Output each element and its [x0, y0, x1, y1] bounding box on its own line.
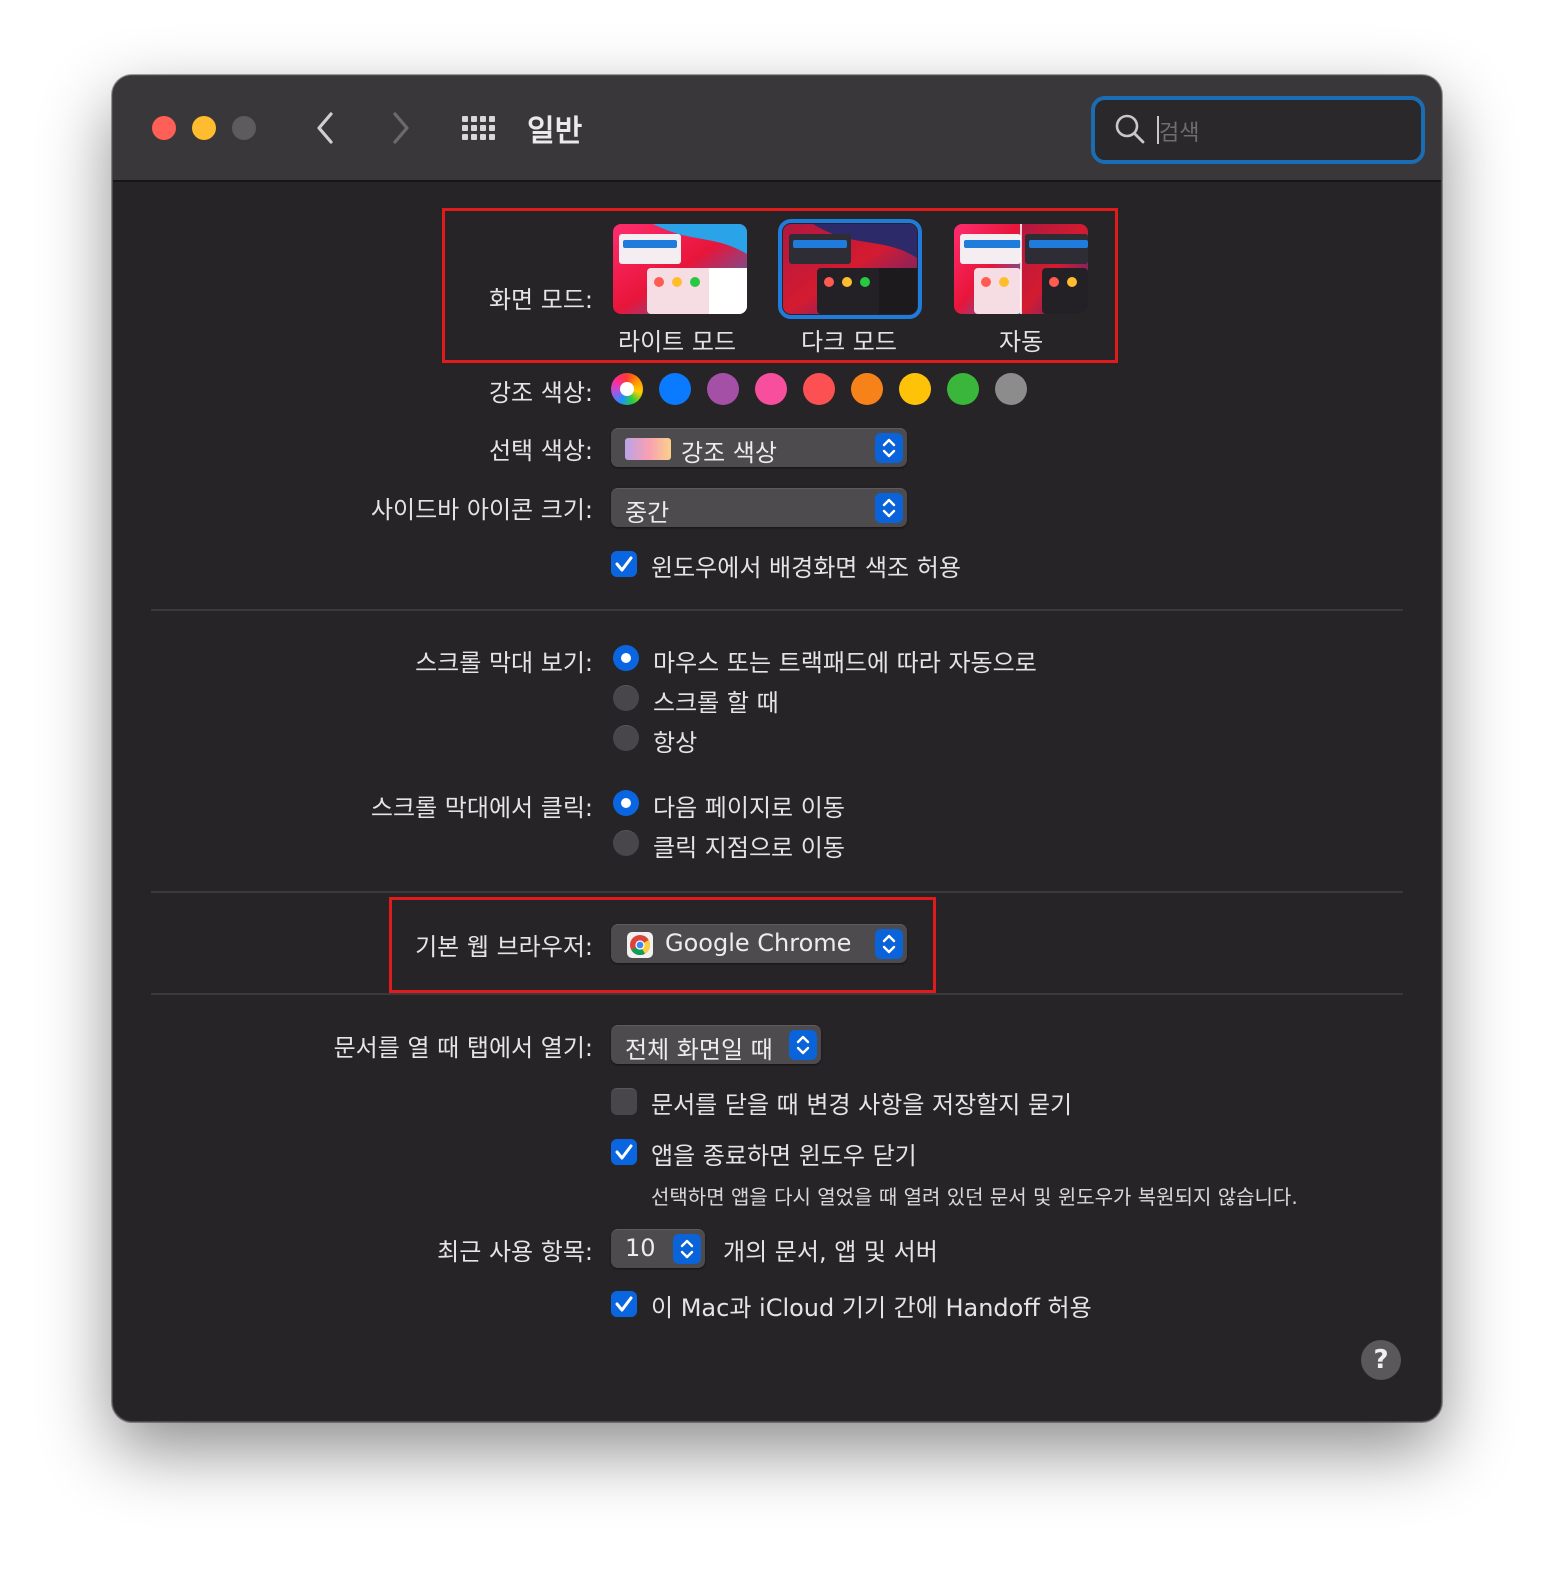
show-all-grid-icon[interactable]	[460, 114, 500, 144]
checkmark-icon	[615, 556, 633, 572]
ask-save-label: 문서를 닫을 때 변경 사항을 저장할지 묻기	[651, 1091, 1073, 1119]
scrollbars-auto-radio[interactable]	[613, 645, 639, 671]
sidebar-icon-size-popup[interactable]: 중간	[611, 488, 907, 527]
accent-graphite-swatch[interactable]	[995, 373, 1027, 405]
highlight-color-preview	[625, 438, 671, 460]
accent-color-label: 강조 색상:	[488, 379, 593, 407]
accent-green-swatch[interactable]	[947, 373, 979, 405]
highlight-color-popup[interactable]: 강조 색상	[611, 428, 907, 467]
handoff-label: 이 Mac과 iCloud 기기 간에 Handoff 허용	[651, 1294, 1092, 1322]
scroll-click-spot-radio[interactable]	[613, 830, 639, 856]
separator	[151, 609, 1403, 611]
prefer-tabs-value: 전체 화면일 때	[625, 1036, 773, 1064]
system-preferences-window: 일반 검색 화면 모드: 라이트 모드 다크 모드 자동 강조 색상: 선택 색…	[112, 75, 1442, 1422]
popup-stepper-icon	[875, 929, 903, 959]
popup-stepper-icon	[673, 1234, 701, 1264]
minimize-window-button[interactable]	[192, 116, 216, 140]
light-mode-thumbnail[interactable]	[613, 224, 747, 314]
close-window-button[interactable]	[152, 116, 176, 140]
close-windows-label: 앱을 종료하면 윈도우 닫기	[651, 1142, 917, 1170]
accent-red-swatch[interactable]	[803, 373, 835, 405]
recent-items-popup[interactable]: 10	[611, 1229, 705, 1268]
recent-items-suffix: 개의 문서, 앱 및 서버	[723, 1238, 938, 1266]
separator	[151, 891, 1403, 893]
close-windows-note: 선택하면 앱을 다시 열었을 때 열려 있던 문서 및 윈도우가 복원되지 않습…	[651, 1185, 1298, 1209]
ask-save-checkbox[interactable]	[611, 1088, 637, 1115]
recent-items-value: 10	[625, 1234, 656, 1262]
close-windows-checkbox[interactable]	[611, 1139, 637, 1165]
appearance-label: 화면 모드:	[488, 286, 593, 314]
show-scrollbars-label: 스크롤 막대 보기:	[415, 649, 593, 677]
dark-mode-label: 다크 모드	[801, 328, 897, 356]
popup-stepper-icon	[875, 433, 903, 463]
highlight-color-value: 강조 색상	[681, 439, 777, 467]
popup-stepper-icon	[789, 1030, 817, 1060]
dark-mode-thumbnail[interactable]	[778, 219, 922, 319]
default-browser-value: Google Chrome	[665, 929, 852, 957]
accent-purple-swatch[interactable]	[707, 373, 739, 405]
scroll-click-label: 스크롤 막대에서 클릭:	[370, 794, 593, 822]
sidebar-icon-size-label: 사이드바 아이콘 크기:	[370, 496, 593, 524]
default-browser-label: 기본 웹 브라우저:	[415, 933, 593, 961]
accent-blue-swatch[interactable]	[659, 373, 691, 405]
checkmark-icon	[615, 1296, 633, 1312]
accent-orange-swatch[interactable]	[851, 373, 883, 405]
highlight-color-label: 선택 색상:	[488, 437, 593, 465]
handoff-checkbox[interactable]	[611, 1291, 637, 1317]
auto-mode-thumbnail[interactable]	[954, 224, 1088, 314]
window-title: 일반	[527, 114, 583, 149]
sidebar-icon-size-value: 중간	[625, 499, 670, 527]
title-bar: 일반 검색	[113, 76, 1441, 182]
scrollbars-when-scrolling-label: 스크롤 할 때	[653, 689, 779, 717]
wallpaper-tint-label: 윈도우에서 배경화면 색조 허용	[651, 554, 961, 582]
default-browser-popup[interactable]: Google Chrome	[611, 924, 907, 963]
forward-chevron-icon[interactable]	[385, 110, 415, 146]
scrollbars-auto-label: 마우스 또는 트랙패드에 따라 자동으로	[653, 649, 1037, 677]
accent-yellow-swatch[interactable]	[899, 373, 931, 405]
popup-stepper-icon	[875, 493, 903, 523]
back-chevron-icon[interactable]	[311, 110, 341, 146]
zoom-window-button[interactable]	[232, 116, 256, 140]
chrome-icon	[627, 932, 653, 958]
search-placeholder: 검색	[1159, 121, 1200, 146]
scroll-click-next-page-radio[interactable]	[613, 790, 639, 816]
scrollbars-always-radio[interactable]	[613, 725, 639, 751]
checkmark-icon	[615, 1144, 633, 1160]
prefer-tabs-popup[interactable]: 전체 화면일 때	[611, 1025, 821, 1064]
accent-multicolor-swatch[interactable]	[611, 373, 643, 405]
prefer-tabs-label: 문서를 열 때 탭에서 열기:	[333, 1034, 593, 1062]
scroll-click-spot-label: 클릭 지점으로 이동	[653, 834, 845, 862]
search-icon	[1115, 114, 1145, 144]
separator	[151, 993, 1403, 995]
recent-items-label: 최근 사용 항목:	[437, 1238, 593, 1266]
light-mode-label: 라이트 모드	[618, 328, 737, 356]
help-button[interactable]: ?	[1361, 1340, 1401, 1380]
scroll-click-next-page-label: 다음 페이지로 이동	[653, 794, 845, 822]
scrollbars-always-label: 항상	[653, 729, 698, 757]
wallpaper-tint-checkbox[interactable]	[611, 551, 637, 577]
search-field[interactable]: 검색	[1091, 96, 1425, 164]
accent-pink-swatch[interactable]	[755, 373, 787, 405]
auto-mode-label: 자동	[999, 328, 1044, 356]
scrollbars-when-scrolling-radio[interactable]	[613, 685, 639, 711]
